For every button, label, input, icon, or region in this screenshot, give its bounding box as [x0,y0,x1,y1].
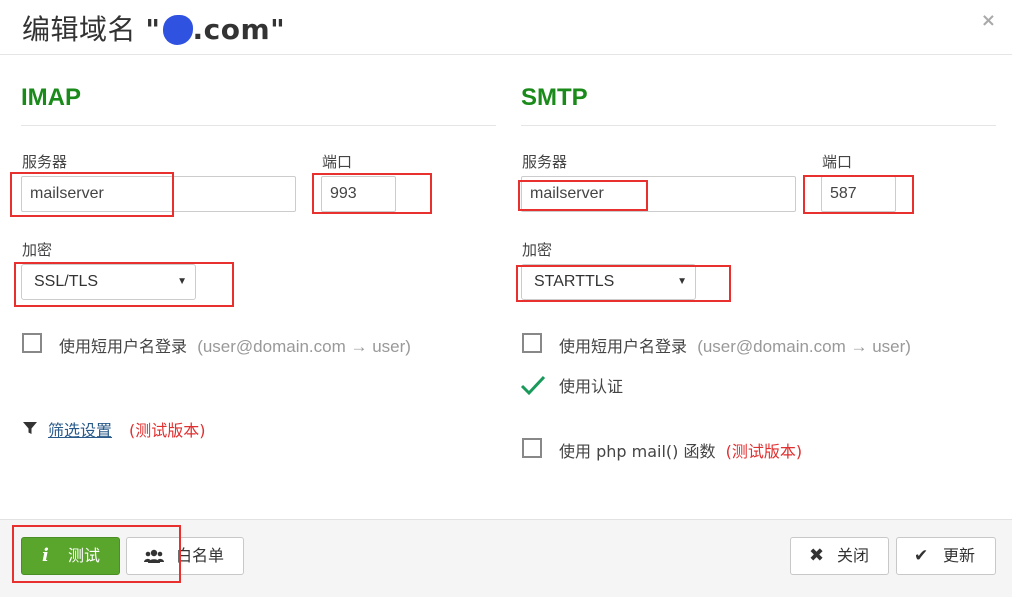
title-prefix: 编辑域名 [22,13,146,46]
imap-short-username-checkbox[interactable] [22,333,42,353]
smtp-phpmail-text: 使用 php mail() 函数 [559,442,716,461]
imap-short-username-hint: (user@domain.com → user) [197,337,411,356]
check-icon: ✔ [914,546,929,566]
dialog-header: 编辑域名 " .com" × [0,0,1012,55]
smtp-server-label: 服务器 [522,153,568,171]
imap-server-label: 服务器 [22,153,68,171]
checkmark-icon[interactable] [520,374,546,396]
update-button[interactable]: ✔ 更新 [896,537,996,575]
annotation-box-imap-encryption [14,262,234,307]
smtp-heading: SMTP [521,84,588,111]
annotation-box-imap-server [10,172,174,217]
smtp-phpmail-checkbox[interactable] [522,438,542,458]
imap-port-label: 端口 [322,153,353,171]
annotation-box-smtp-server [518,180,648,211]
smtp-short-username-text: 使用短用户名登录 [559,337,688,356]
redaction-blob [162,15,193,45]
title-quote-close: " [270,13,286,46]
dialog-title: 编辑域名 " .com" [22,8,285,48]
annotation-box-smtp-encryption [516,265,731,302]
close-icon: ✖ [809,545,825,566]
update-button-label: 更新 [943,546,976,565]
filter-icon [23,422,37,434]
imap-encryption-label: 加密 [22,241,53,259]
imap-heading: IMAP [21,84,81,111]
title-domain: .com [192,13,271,46]
close-icon[interactable]: × [981,10,996,31]
smtp-short-username-checkbox[interactable] [522,333,542,353]
imap-short-username-label: 使用短用户名登录 (user@domain.com → user) [59,333,411,357]
smtp-phpmail-label: 使用 php mail() 函数 (测试版本) [559,438,802,462]
smtp-encryption-label: 加密 [522,241,553,259]
smtp-short-username-hint: (user@domain.com → user) [697,337,911,356]
close-button[interactable]: ✖ 关闭 [790,537,889,575]
close-button-label: 关闭 [837,546,870,565]
annotation-box-imap-port [312,173,432,214]
annotation-box-buttons [12,525,181,583]
whitelist-button-label: 白名单 [176,546,225,565]
smtp-port-label: 端口 [822,153,853,171]
annotation-box-smtp-port [803,175,914,214]
filter-beta-note: (测试版本) [129,421,206,440]
imap-divider [21,125,496,126]
smtp-short-username-label: 使用短用户名登录 (user@domain.com → user) [559,333,911,357]
imap-short-username-text: 使用短用户名登录 [59,337,188,356]
filter-settings-link[interactable]: 筛选设置 [48,417,112,441]
title-quote-open: " [145,13,161,46]
smtp-phpmail-beta: (测试版本) [725,442,803,461]
smtp-divider [521,125,996,126]
smtp-auth-label: 使用认证 [559,377,624,396]
